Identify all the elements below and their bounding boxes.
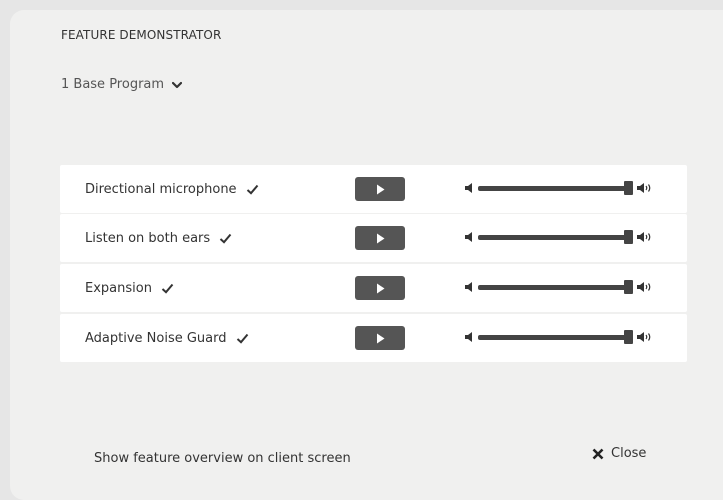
- program-dropdown[interactable]: 1 Base Program: [61, 77, 183, 92]
- slider-thumb[interactable]: [624, 330, 633, 344]
- feature-label: Adaptive Noise Guard: [85, 330, 227, 346]
- volume-low-icon: [465, 232, 472, 242]
- slider-track[interactable]: [478, 335, 628, 340]
- slider-track[interactable]: [478, 235, 628, 240]
- close-button[interactable]: Close: [592, 446, 646, 461]
- feature-label: Expansion: [85, 280, 152, 296]
- slider-thumb[interactable]: [624, 230, 633, 244]
- volume-high-icon: [637, 183, 651, 193]
- volume-high-icon: [637, 282, 651, 292]
- feature-row-adaptive-noise-guard: Adaptive Noise Guard: [60, 314, 687, 362]
- volume-slider[interactable]: [465, 178, 660, 198]
- feature-row-directional-microphone: Directional microphone: [60, 165, 687, 213]
- close-icon: [592, 448, 604, 459]
- volume-slider[interactable]: [465, 327, 660, 347]
- volume-slider[interactable]: [465, 277, 660, 297]
- play-icon: [376, 184, 384, 194]
- slider-track[interactable]: [478, 186, 628, 191]
- play-button[interactable]: [355, 226, 405, 250]
- volume-low-icon: [465, 282, 472, 292]
- play-button[interactable]: [355, 326, 405, 350]
- slider-thumb[interactable]: [624, 181, 633, 195]
- play-icon: [376, 283, 384, 293]
- check-icon: [246, 184, 258, 195]
- volume-low-icon: [465, 332, 472, 342]
- volume-high-icon: [637, 232, 651, 242]
- play-button[interactable]: [355, 276, 405, 300]
- volume-slider[interactable]: [465, 227, 660, 247]
- feature-label: Directional microphone: [85, 181, 237, 197]
- page-title: FEATURE DEMONSTRATOR: [61, 28, 222, 42]
- show-feature-overview-link[interactable]: Show feature overview on client screen: [94, 451, 351, 466]
- program-selected-label: 1 Base Program: [61, 77, 165, 92]
- play-icon: [376, 333, 384, 343]
- close-label: Close: [611, 446, 647, 461]
- feature-row-expansion: Expansion: [60, 264, 687, 312]
- feature-label: Listen on both ears: [85, 230, 211, 246]
- check-icon: [220, 233, 232, 244]
- play-icon: [376, 233, 384, 243]
- check-icon: [236, 333, 248, 344]
- chevron-down-icon: [172, 81, 183, 88]
- slider-thumb[interactable]: [624, 280, 633, 294]
- volume-high-icon: [637, 332, 651, 342]
- slider-track[interactable]: [478, 285, 628, 290]
- check-icon: [161, 283, 174, 294]
- play-button[interactable]: [355, 177, 405, 201]
- feature-row-listen-on-both-ears: Listen on both ears: [60, 214, 687, 262]
- volume-low-icon: [465, 183, 472, 193]
